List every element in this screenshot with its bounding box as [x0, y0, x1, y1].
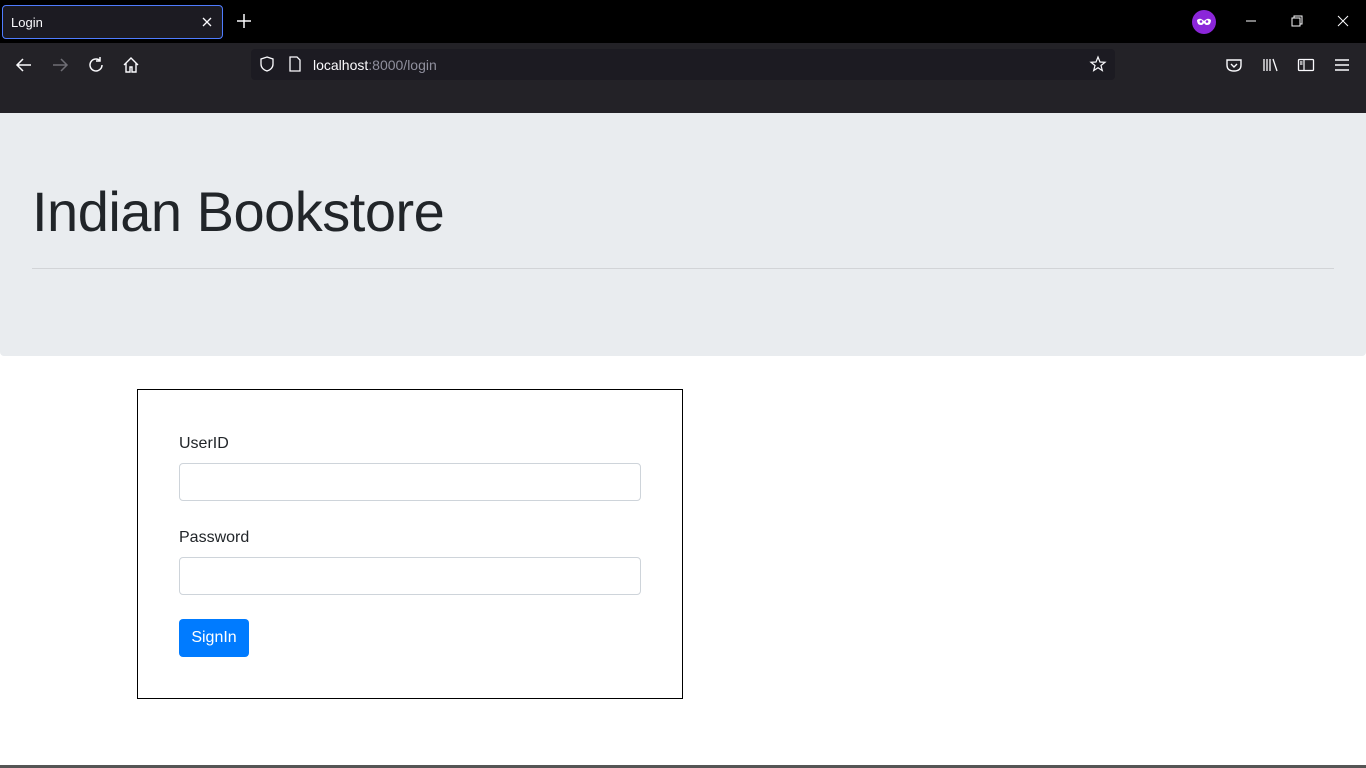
- page-title: Indian Bookstore: [32, 180, 445, 243]
- divider: [32, 268, 1334, 269]
- pocket-icon[interactable]: [1223, 54, 1245, 76]
- minimize-icon[interactable]: [1242, 12, 1260, 30]
- reload-icon[interactable]: [85, 54, 107, 76]
- toolbar: localhost:8000/login: [0, 43, 1366, 113]
- restore-icon[interactable]: [1288, 12, 1306, 30]
- sidebar-icon[interactable]: [1295, 54, 1317, 76]
- url-host: localhost: [313, 57, 369, 73]
- password-input[interactable]: [179, 557, 641, 595]
- back-icon[interactable]: [13, 54, 35, 76]
- plus-icon[interactable]: [234, 11, 254, 31]
- close-icon[interactable]: [198, 13, 216, 31]
- userid-label: UserID: [179, 435, 229, 452]
- tab-strip: Login: [0, 0, 1366, 43]
- url-bar[interactable]: localhost:8000/login: [251, 49, 1115, 80]
- library-icon[interactable]: [1259, 54, 1281, 76]
- signin-button[interactable]: SignIn: [179, 619, 249, 657]
- window-close-icon[interactable]: [1334, 12, 1352, 30]
- password-label: Password: [179, 529, 250, 546]
- tab-title: Login: [11, 15, 43, 30]
- userid-input[interactable]: [179, 463, 641, 501]
- url-path: :8000/login: [368, 57, 437, 73]
- private-browsing-icon: [1192, 10, 1216, 34]
- login-form: UserID Password SignIn: [137, 389, 683, 699]
- page-icon: [289, 56, 301, 72]
- forward-icon[interactable]: [49, 54, 71, 76]
- menu-icon[interactable]: [1331, 54, 1353, 76]
- shield-icon[interactable]: [258, 55, 276, 73]
- browser-tab[interactable]: Login: [2, 5, 223, 39]
- header-jumbotron: Indian Bookstore: [0, 113, 1366, 356]
- url-text[interactable]: localhost:8000/login: [313, 57, 437, 73]
- home-icon[interactable]: [120, 54, 142, 76]
- star-icon[interactable]: [1089, 55, 1107, 73]
